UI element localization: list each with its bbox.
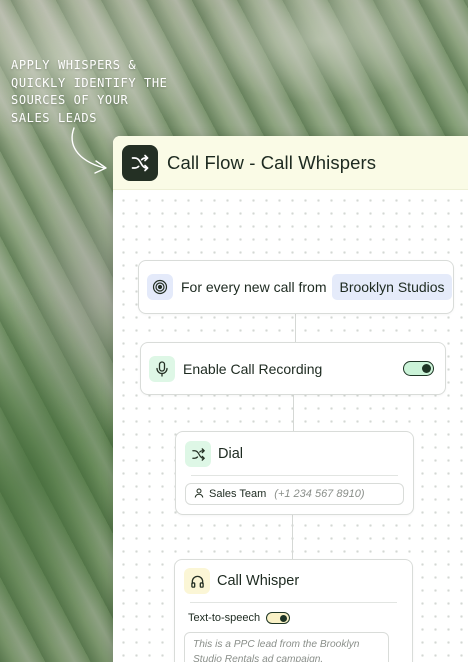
dial-title: Dial	[218, 446, 243, 462]
panel-header: Call Flow - Call Whispers	[113, 136, 468, 190]
divider	[191, 475, 398, 476]
annotation-callout: Apply whispers & quickly identify the so…	[11, 57, 181, 127]
annotation-line: sales leads	[11, 110, 98, 125]
user-icon	[194, 488, 204, 501]
team-selector[interactable]: Sales Team (+1 234 567 8910)	[185, 483, 404, 505]
page-title: Call Flow - Call Whispers	[167, 151, 377, 173]
tts-toggle[interactable]	[266, 612, 291, 624]
connector-line	[292, 515, 293, 559]
recording-toggle[interactable]	[403, 361, 434, 376]
call-flow-panel: Call Flow - Call Whispers For every new …	[113, 136, 468, 662]
microphone-icon	[149, 355, 175, 382]
whisper-message-field[interactable]: This is a PPC lead from the Brooklyn Stu…	[184, 632, 389, 662]
recording-node[interactable]: Enable Call Recording	[140, 342, 446, 395]
recording-label: Enable Call Recording	[183, 360, 323, 377]
connector-line	[293, 395, 294, 431]
curved-arrow-icon	[71, 127, 107, 174]
flow-canvas: For every new call from Brooklyn Studios…	[113, 190, 468, 662]
headphones-icon	[184, 568, 210, 594]
trigger-node[interactable]: For every new call from Brooklyn Studios	[138, 260, 454, 314]
team-phone: (+1 234 567 8910)	[274, 488, 365, 500]
target-icon	[147, 274, 173, 300]
trigger-label: For every new call from	[181, 279, 327, 295]
team-name: Sales Team	[209, 488, 267, 500]
shuffle-icon	[122, 144, 158, 181]
source-tag[interactable]: Brooklyn Studios	[332, 274, 452, 300]
whisper-node[interactable]: Call Whisper Text-to-speech This is a PP…	[174, 559, 413, 662]
annotation-line: Apply whispers &	[11, 58, 137, 72]
tts-label: Text-to-speech	[188, 612, 261, 624]
dial-node[interactable]: Dial Sales Team (+1 234 567 8910)	[175, 431, 414, 515]
annotation-line: quickly identify the	[11, 75, 168, 90]
annotation-line: sources of your	[11, 93, 129, 107]
connector-line	[295, 314, 296, 342]
whisper-title: Call Whisper	[217, 573, 300, 589]
shuffle-icon	[185, 441, 211, 467]
divider	[190, 602, 397, 603]
